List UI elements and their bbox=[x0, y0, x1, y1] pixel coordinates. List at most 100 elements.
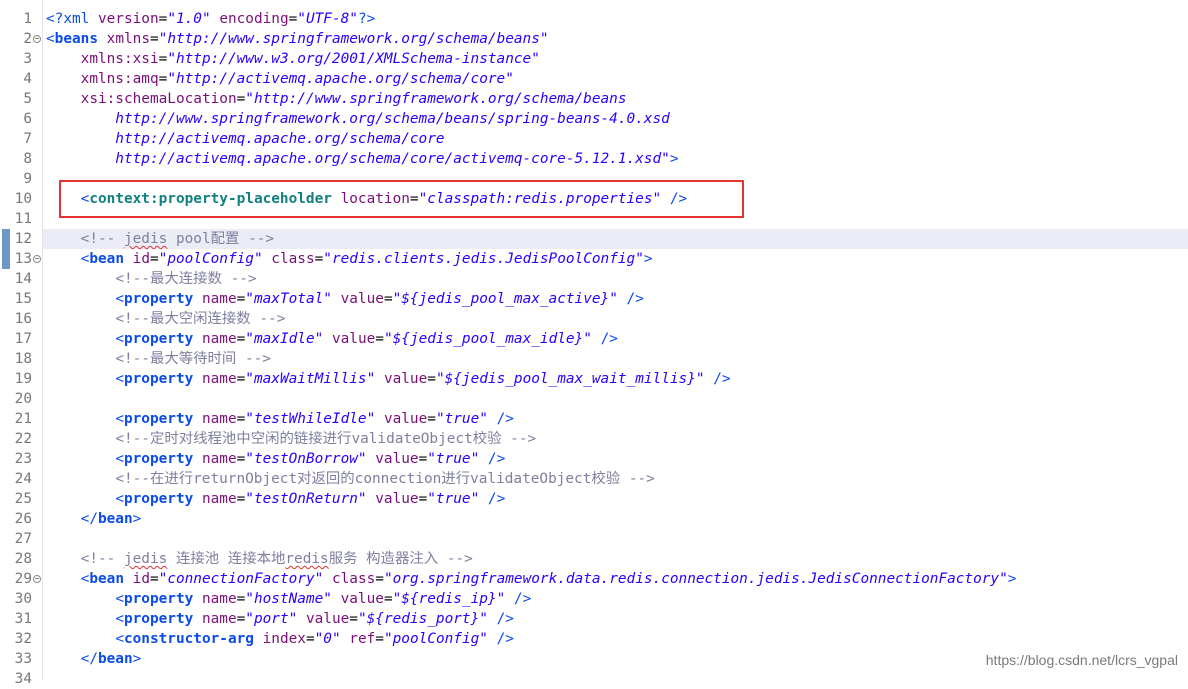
line-number: 1 bbox=[23, 11, 32, 27]
code-token: = bbox=[236, 91, 246, 107]
code-line[interactable]: 25 <property name="testOnReturn" value="… bbox=[0, 489, 1188, 509]
code-line[interactable]: 2 <beans xmlns="http://www.springframewor… bbox=[0, 29, 1188, 49]
code-token: < bbox=[46, 31, 55, 47]
code-token: = bbox=[236, 451, 246, 467]
code-line[interactable]: 19 <property name="maxWaitMillis" value=… bbox=[0, 369, 1188, 389]
code-line[interactable]: 21 <property name="testWhileIdle" value=… bbox=[0, 409, 1188, 429]
code-line[interactable]: 28 <!-- jedis 连接池 连接本地redis服务 构造器注入 --> bbox=[0, 549, 1188, 569]
code-token: = bbox=[236, 411, 246, 427]
code-line[interactable]: 1 <?xml version="1.0" encoding="UTF-8"?> bbox=[0, 9, 1188, 29]
code-token: </ bbox=[80, 511, 98, 527]
code-line[interactable]: 8 http://activemq.apache.org/schema/core… bbox=[0, 149, 1188, 169]
code-token: name bbox=[201, 331, 237, 347]
code-token: jedis bbox=[123, 551, 168, 567]
code-line[interactable]: 31 <property name="port" value="${redis_… bbox=[0, 609, 1188, 629]
code-token: = bbox=[418, 451, 428, 467]
code-token: < bbox=[115, 411, 124, 427]
code-token: name bbox=[201, 371, 237, 387]
code-line[interactable]: 3 xmlns:xsi="http://www.w3.org/2001/XMLS… bbox=[0, 49, 1188, 69]
code-line[interactable]: 16 <!--最大空闲连接数 --> bbox=[0, 309, 1188, 329]
line-number: 21 bbox=[14, 411, 32, 427]
code-token: = bbox=[150, 31, 159, 47]
code-line[interactable]: 30 <property name="hostName" value="${re… bbox=[0, 589, 1188, 609]
code-line[interactable]: 14 <!--最大连接数 --> bbox=[0, 269, 1188, 289]
code-token: xsi:schemaLocation bbox=[80, 91, 237, 107]
code-line[interactable]: 34 bbox=[0, 669, 1188, 689]
code-token: /> bbox=[513, 591, 532, 607]
code-line[interactable]: 17 <property name="maxIdle" value="${jed… bbox=[0, 329, 1188, 349]
code-line[interactable]: 5 xsi:schemaLocation="http://www.springf… bbox=[0, 89, 1188, 109]
code-token: = bbox=[236, 491, 246, 507]
code-token: = bbox=[149, 251, 159, 267]
line-number: 14 bbox=[14, 271, 32, 287]
line-number: 8 bbox=[23, 151, 32, 167]
code-line[interactable]: 4 xmlns:amq="http://activemq.apache.org/… bbox=[0, 69, 1188, 89]
line-number: 28 bbox=[14, 551, 32, 567]
code-editor[interactable]: 1 <?xml version="1.0" encoding="UTF-8"?> 2… bbox=[0, 0, 1188, 687]
code-token: = bbox=[288, 11, 298, 27]
line-number: 6 bbox=[23, 111, 32, 127]
code-line[interactable]: 6 http://www.springframework.org/schema/… bbox=[0, 109, 1188, 129]
code-token: > bbox=[643, 251, 653, 267]
code-token: property bbox=[123, 291, 194, 307]
code-token: bean bbox=[89, 251, 124, 267]
line-number: 20 bbox=[14, 391, 32, 407]
code-token: /> bbox=[713, 371, 731, 387]
code-line[interactable]: 22 <!--定时对线程池中空闲的链接进行validateObject校验 --… bbox=[0, 429, 1188, 449]
code-text: <!-- jedis pool配置 --> bbox=[46, 229, 274, 249]
code-token: "maxIdle" bbox=[245, 331, 324, 347]
code-token: "port" bbox=[245, 611, 298, 627]
code-line[interactable]: 29 <bean id="connectionFactory" class="o… bbox=[0, 569, 1188, 589]
fold-toggle-icon[interactable] bbox=[33, 255, 41, 263]
code-line[interactable]: 32 <constructor-arg index="0" ref="poolC… bbox=[0, 629, 1188, 649]
code-token: </ bbox=[80, 651, 98, 667]
code-token: /> bbox=[626, 291, 644, 307]
code-text: <!--最大空闲连接数 --> bbox=[46, 309, 285, 329]
code-line[interactable]: 20 bbox=[0, 389, 1188, 409]
code-token: http://www.springframework.org/schema/be… bbox=[46, 111, 670, 127]
line-number: 23 bbox=[14, 451, 32, 467]
code-text: <?xml version="1.0" encoding="UTF-8"?> bbox=[46, 9, 375, 29]
code-line[interactable]: 13 <bean id="poolConfig" class="redis.cl… bbox=[0, 249, 1188, 269]
code-token: > bbox=[132, 651, 142, 667]
code-token: = bbox=[305, 631, 315, 647]
line-number: 25 bbox=[14, 491, 32, 507]
code-token: index bbox=[262, 631, 306, 647]
code-line[interactable]: 12 <!-- jedis pool配置 --> bbox=[0, 229, 1188, 249]
code-line[interactable]: 26 </bean> bbox=[0, 509, 1188, 529]
code-text: <!--最大连接数 --> bbox=[46, 269, 256, 289]
line-number: 22 bbox=[14, 431, 32, 447]
code-text: <property name="testOnReturn" value="tru… bbox=[46, 489, 505, 509]
code-line[interactable]: 27 bbox=[0, 529, 1188, 549]
code-line[interactable]: 18 <!--最大等待时间 --> bbox=[0, 349, 1188, 369]
code-token: /> bbox=[496, 611, 514, 627]
code-token: "http://www.springframework.org/schema/b… bbox=[245, 91, 627, 107]
code-token: = bbox=[383, 591, 393, 607]
line-number: 9 bbox=[23, 171, 32, 187]
code-line[interactable]: 15 <property name="maxTotal" value="${je… bbox=[0, 289, 1188, 309]
fold-toggle-icon[interactable] bbox=[33, 575, 41, 583]
code-token: "${redis_ip}" bbox=[392, 591, 506, 607]
code-token: < bbox=[115, 371, 124, 387]
line-number: 18 bbox=[14, 351, 32, 367]
code-text: http://www.springframework.org/schema/be… bbox=[46, 109, 670, 129]
fold-toggle-icon[interactable] bbox=[33, 35, 41, 43]
code-line[interactable]: 23 <property name="testOnBorrow" value="… bbox=[0, 449, 1188, 469]
code-line[interactable]: 24 <!--在进行returnObject对返回的connection进行va… bbox=[0, 469, 1188, 489]
code-line[interactable]: 7 http://activemq.apache.org/schema/core bbox=[0, 129, 1188, 149]
